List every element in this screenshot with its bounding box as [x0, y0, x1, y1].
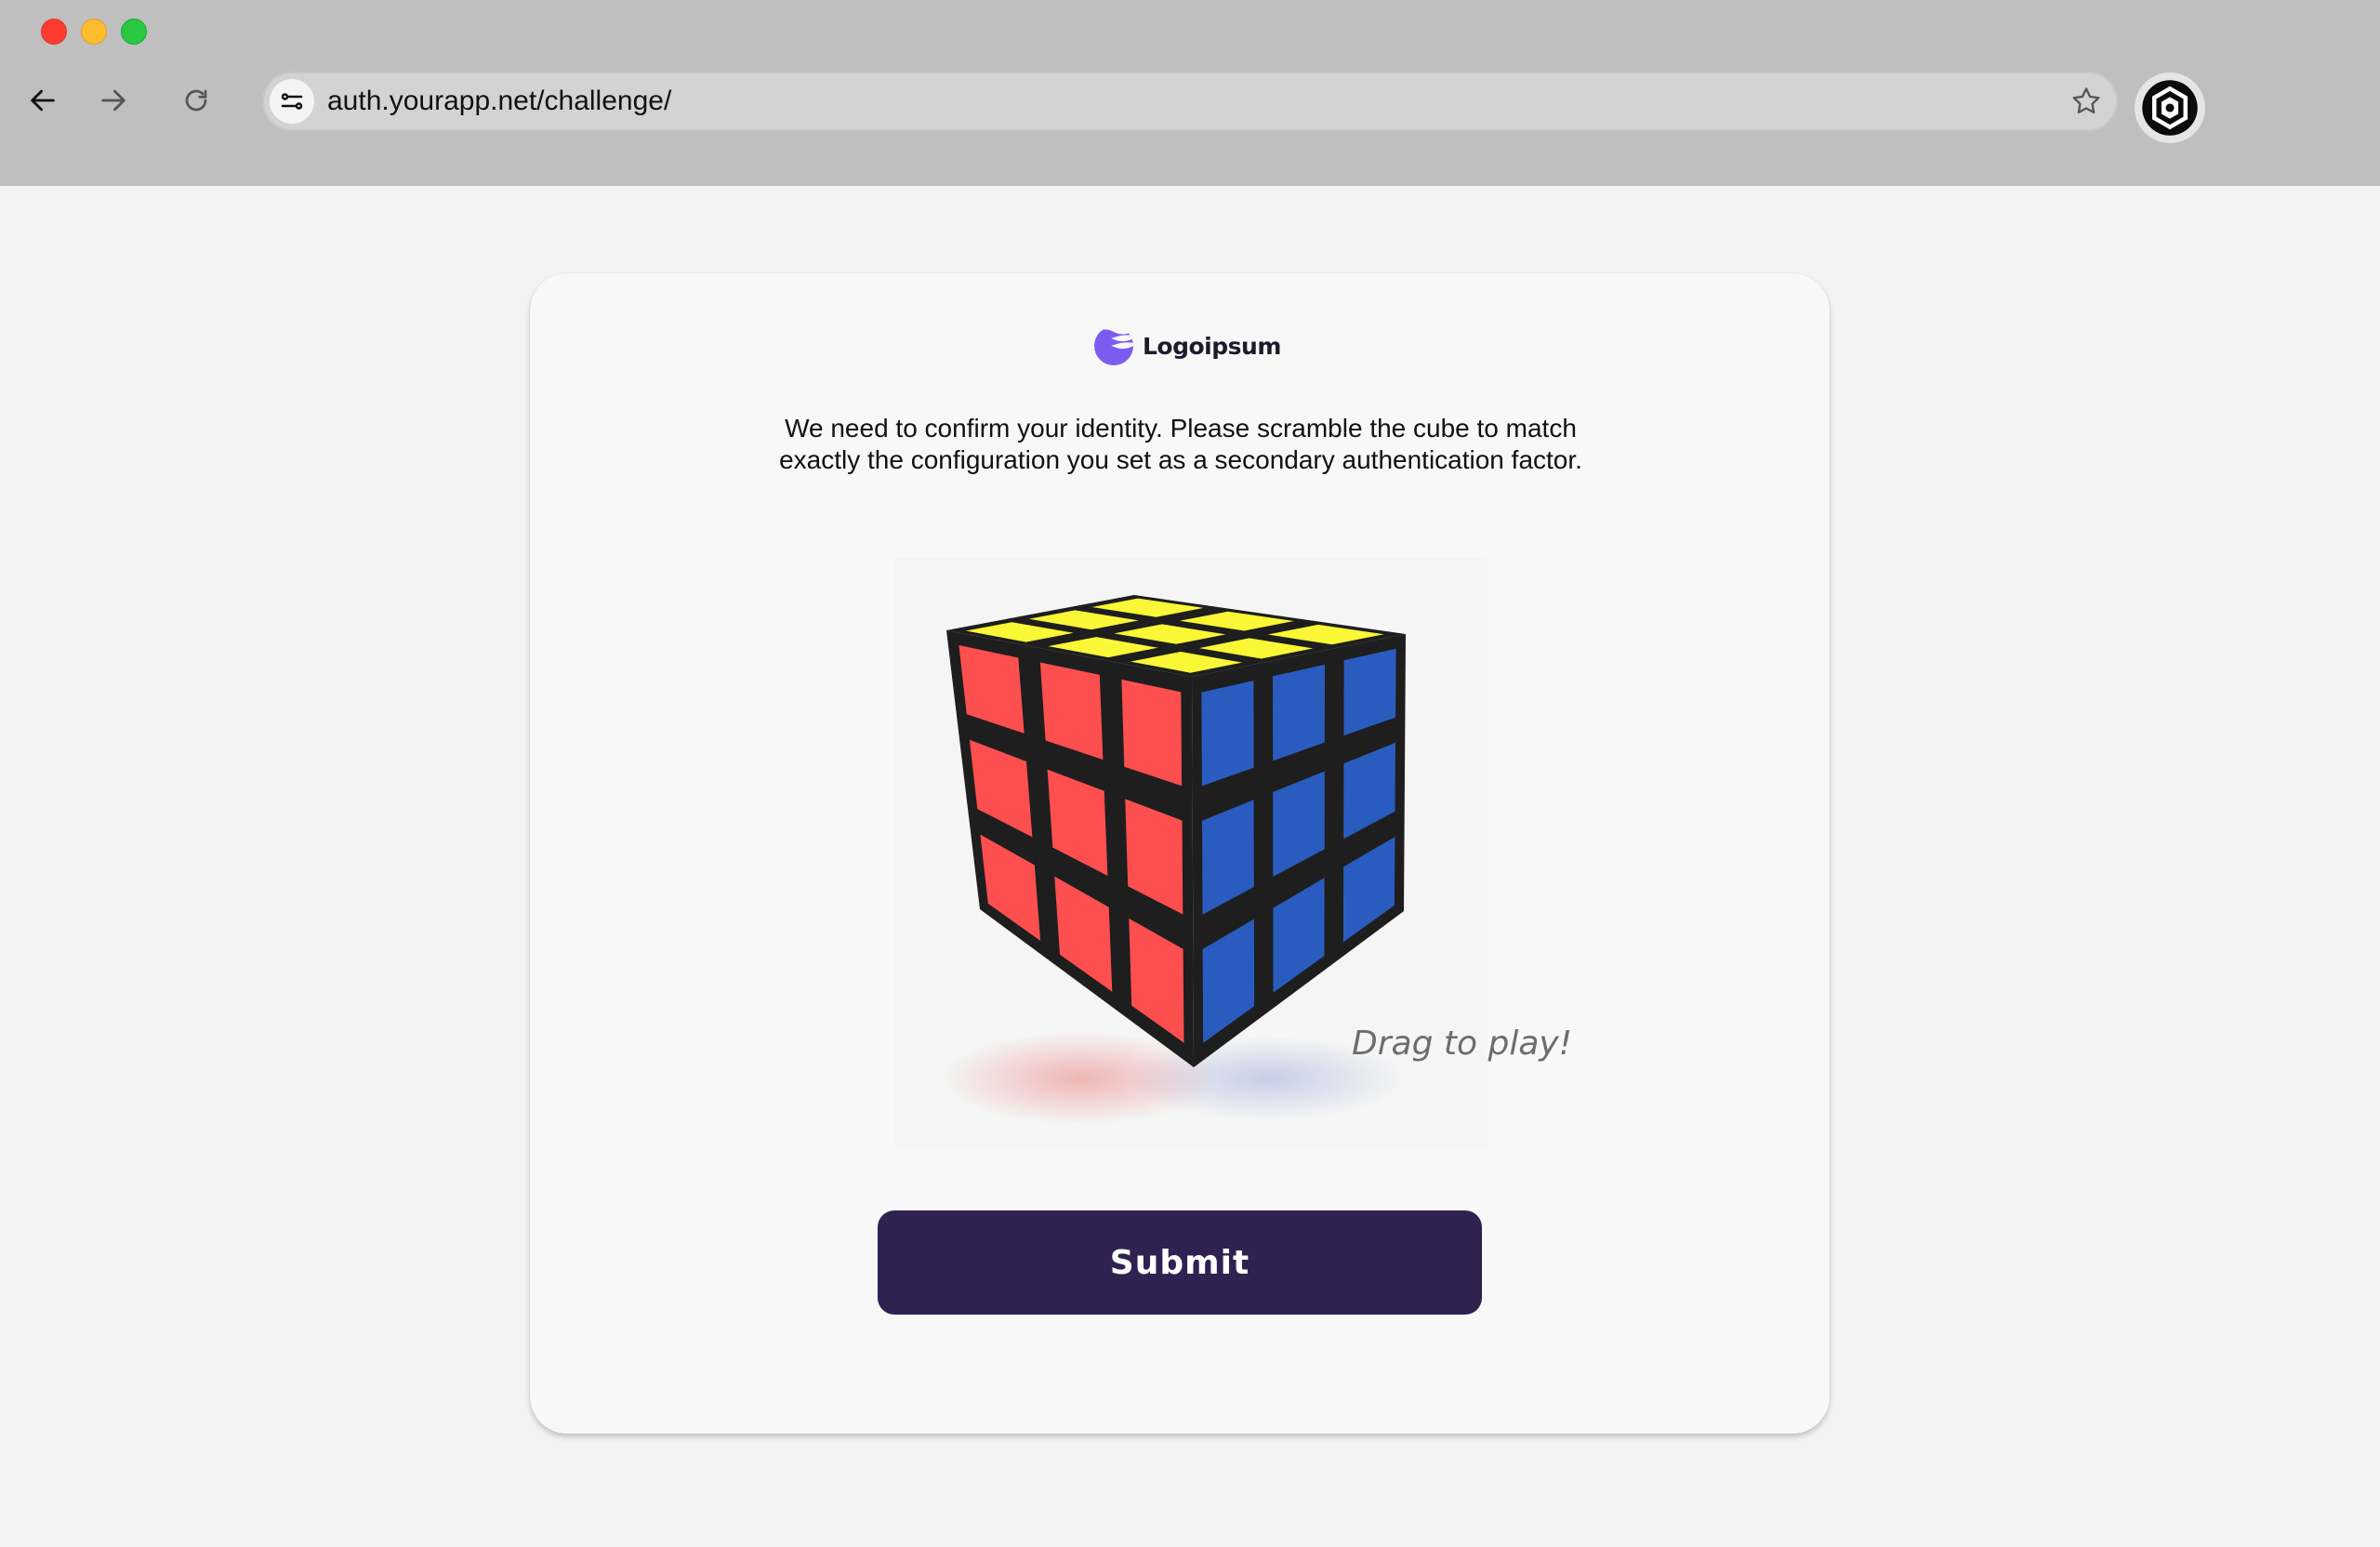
- reload-icon: [185, 89, 207, 112]
- address-bar[interactable]: auth.yourapp.net/challenge/: [262, 72, 2118, 131]
- right-sticker: [1201, 681, 1254, 787]
- instructions-text: We need to confirm your identity. Please…: [779, 414, 1582, 474]
- wave-logo-icon: [1094, 326, 1133, 365]
- reload-button[interactable]: [176, 80, 217, 121]
- browser-chrome: auth.yourapp.net/challenge/: [0, 0, 2380, 186]
- forward-button[interactable]: [93, 80, 134, 121]
- brand-logo: Logoipsum: [1092, 324, 1281, 367]
- arrow-right-icon: [101, 89, 126, 112]
- url-text[interactable]: auth.yourapp.net/challenge/: [327, 72, 671, 131]
- site-settings-button[interactable]: [270, 79, 314, 124]
- bookmark-button[interactable]: [2068, 83, 2105, 120]
- drag-hint: Drag to play!: [1352, 1025, 1573, 1063]
- maximize-window-button[interactable]: [121, 19, 147, 45]
- tune-icon: [281, 93, 303, 110]
- hexagon-shield-icon: [2142, 80, 2198, 136]
- extension-button[interactable]: [2135, 73, 2205, 143]
- arrow-left-icon: [31, 89, 55, 112]
- submit-button[interactable]: Submit: [878, 1210, 1482, 1315]
- back-button[interactable]: [22, 80, 63, 121]
- star-icon: [2072, 87, 2100, 114]
- close-window-button[interactable]: [41, 19, 67, 45]
- challenge-card: Logoipsum We need to confirm your identi…: [530, 273, 1830, 1434]
- minimize-window-button[interactable]: [81, 19, 107, 45]
- brand-name: Logoipsum: [1143, 332, 1281, 360]
